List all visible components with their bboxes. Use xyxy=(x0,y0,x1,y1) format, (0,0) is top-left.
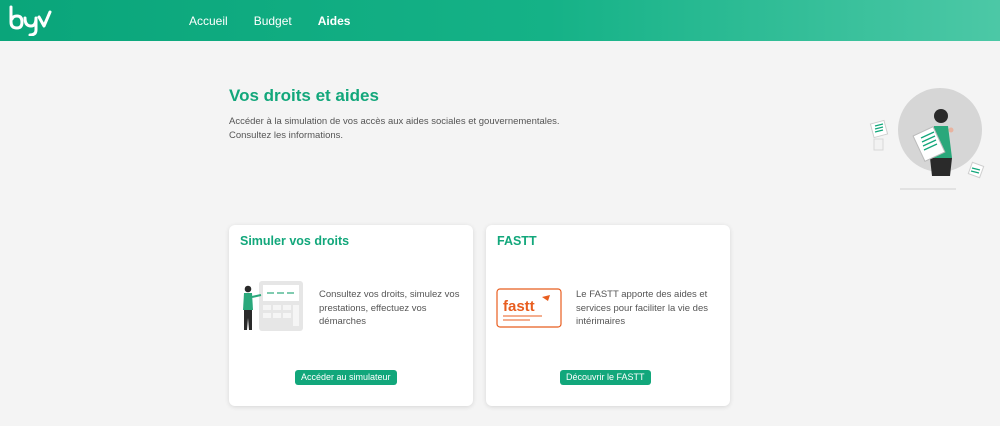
rights-illustration xyxy=(869,88,985,190)
card-description: Consultez vos droits, simulez vos presta… xyxy=(319,289,460,327)
card-title: FASTT xyxy=(497,234,537,248)
nav-budget[interactable]: Budget xyxy=(254,14,292,28)
app-logo[interactable] xyxy=(8,4,52,36)
main-nav: Accueil Budget Aides xyxy=(189,0,376,41)
page-description-line-2: Consultez les informations. xyxy=(229,129,344,141)
nav-accueil[interactable]: Accueil xyxy=(189,14,228,28)
fastt-logo-text: fastt xyxy=(503,298,535,315)
card-fastt: FASTT fastt Le FASTT apporte des aides e… xyxy=(486,225,730,406)
page-title: Vos droits et aides xyxy=(229,86,379,105)
page-description: Accéder à la simulation de vos accès aux… xyxy=(229,115,649,142)
simulator-illustration-icon xyxy=(243,281,303,331)
card-simulate-rights: Simuler vos droits Consultez vos droits,… xyxy=(229,225,473,406)
fastt-logo: fastt xyxy=(496,288,562,328)
page-description-line-1: Accéder à la simulation de vos accès aux… xyxy=(229,116,560,127)
card-description: Le FASTT apporte des aides et services p… xyxy=(576,289,708,327)
nav-aides[interactable]: Aides xyxy=(318,14,351,28)
discover-fastt-button[interactable]: Découvrir le FASTT xyxy=(560,370,651,385)
card-title: Simuler vos droits xyxy=(240,234,350,248)
top-navigation-bar: Accueil Budget Aides xyxy=(0,0,1000,41)
access-simulator-button[interactable]: Accéder au simulateur xyxy=(295,370,397,385)
